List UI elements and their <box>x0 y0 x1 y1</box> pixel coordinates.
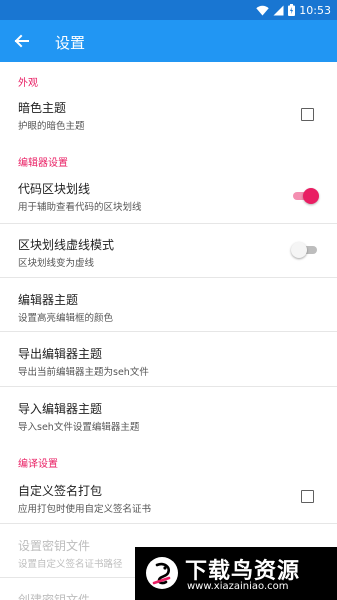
battery-icon <box>288 4 296 16</box>
status-icons: 10:53 <box>256 3 331 17</box>
pref-custom-sign[interactable]: 自定义签名打包 应用打包时使用自定义签名证书 <box>0 472 337 523</box>
page-title: 设置 <box>55 34 86 52</box>
pref-summary: 设置高亮编辑框的颜色 <box>18 313 114 324</box>
pref-dark-theme[interactable]: 暗色主题 护眼的暗色主题 <box>0 92 337 143</box>
pref-title: 代码区块划线 <box>18 182 91 196</box>
pref-title: 自定义签名打包 <box>18 484 103 498</box>
pref-editor-theme[interactable]: 编辑器主题 设置高亮编辑框的颜色 <box>0 278 337 331</box>
custom-sign-checkbox[interactable] <box>301 490 314 503</box>
pref-export-theme[interactable]: 导出编辑器主题 导出当前编辑器主题为seh文件 <box>0 332 337 386</box>
pref-title: 导出编辑器主题 <box>18 347 103 361</box>
status-bar: 10:53 <box>0 0 337 20</box>
pref-title: 导入编辑器主题 <box>18 402 103 416</box>
pref-title: 暗色主题 <box>18 101 67 115</box>
dark-theme-checkbox[interactable] <box>301 108 314 121</box>
pref-import-theme[interactable]: 导入编辑器主题 导入seh文件设置编辑器主题 <box>0 387 337 440</box>
pref-title: 编辑器主题 <box>18 293 79 307</box>
wifi-icon <box>256 5 269 15</box>
pref-title: 创建密钥文件 <box>18 593 91 600</box>
pref-summary: 设置自定义签名证书路径 <box>18 559 123 570</box>
section-header-editor: 编辑器设置 <box>18 158 68 169</box>
section-header-compile: 编译设置 <box>18 459 58 470</box>
signal-icon <box>273 5 284 15</box>
watermark-url: www.xiazainiao.com <box>187 581 289 592</box>
pref-title: 设置密钥文件 <box>18 539 91 553</box>
pref-summary: 护眼的暗色主题 <box>18 121 85 132</box>
settings-list[interactable]: 外观 暗色主题 护眼的暗色主题 编辑器设置 代码区块划线 用于辅助查看代码的区块… <box>0 62 337 600</box>
pref-title: 区块划线虚线模式 <box>18 238 115 252</box>
pref-summary: 应用打包时使用自定义签名证书 <box>18 504 152 515</box>
pref-summary: 导出当前编辑器主题为seh文件 <box>18 367 149 378</box>
pref-code-block-lines[interactable]: 代码区块划线 用于辅助查看代码的区块划线 <box>0 172 337 223</box>
pref-summary: 区块划线变为虚线 <box>18 258 95 269</box>
switch-thumb <box>303 188 319 204</box>
app-bar: 设置 <box>0 20 337 62</box>
watermark-banner: 下载鸟资源 www.xiazainiao.com <box>135 547 337 600</box>
dashed-lines-switch[interactable] <box>291 242 317 258</box>
code-block-lines-switch[interactable] <box>293 188 319 204</box>
bird-logo-icon <box>146 557 178 589</box>
switch-thumb <box>291 242 307 258</box>
pref-summary: 导入seh文件设置编辑器主题 <box>18 422 140 433</box>
back-arrow-icon[interactable] <box>12 31 32 51</box>
pref-summary: 用于辅助查看代码的区块划线 <box>18 202 142 213</box>
pref-dashed-lines[interactable]: 区块划线虚线模式 区块划线变为虚线 <box>0 224 337 277</box>
section-header-appearance: 外观 <box>18 78 38 89</box>
status-time: 10:53 <box>299 3 331 17</box>
